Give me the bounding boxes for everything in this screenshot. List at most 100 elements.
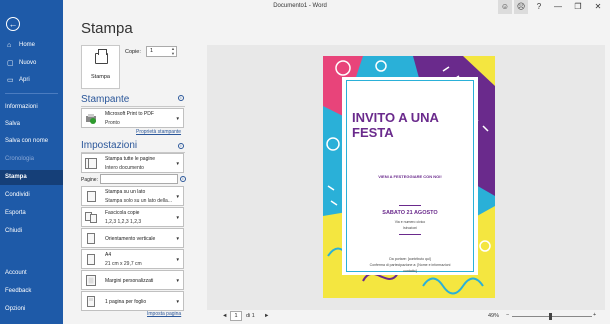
dropdown-arrow-icon: ▼ [175,161,180,166]
sidebar-item-label: Apri [19,77,30,83]
zoom-level: 49% [488,313,500,319]
sides-select[interactable]: Stampa su un lato Stampa solo su un lato… [81,186,184,206]
close-window-icon[interactable]: ✕ [590,0,606,14]
invitation-date: SABATO 21 AGOSTO [382,210,438,216]
info-icon[interactable]: i [178,143,184,149]
invitation-rsvp-cont: contatto] [403,269,417,273]
dropdown-arrow-icon: ▼ [175,299,180,304]
page-count-label: di 1 [246,313,255,319]
sidebar-item-open[interactable]: ▭ Apri [0,73,63,88]
help-icon[interactable]: ? [532,0,546,14]
sidebar-item-new[interactable]: ▢ Nuovo [0,56,63,71]
next-page-icon[interactable]: ► [264,313,269,319]
collation-line2: 1,2,3 1,2,3 1,2,3 [105,219,142,225]
info-icon[interactable]: i [180,176,186,182]
sidebar-item-export[interactable]: Esporta [0,206,63,221]
printer-properties-link[interactable]: Proprietà stampante [136,129,181,135]
collation-select[interactable]: Fascicola copie 1,2,3 1,2,3 1,2,3 ▼ [81,207,184,227]
smile-feedback-icon[interactable]: ☺ [498,0,512,14]
window-title: Documento1 - Word [273,3,327,9]
zoom-slider-thumb[interactable] [549,313,552,320]
print-button[interactable]: Stampa [81,45,120,89]
restore-icon[interactable]: ❐ [570,0,586,14]
pages-per-sheet-icon [87,296,95,307]
folder-icon: ▭ [7,77,14,84]
orientation-value: Orientamento verticale [105,236,156,242]
print-button-label: Stampa [91,74,110,80]
pages-label: Pagine: [81,177,98,183]
printer-select[interactable]: Microsoft Print to PDF Pronto ▼ [81,108,184,128]
print-what-line1: Stampa tutte le pagine [105,156,156,162]
home-icon: ⌂ [7,42,12,49]
copies-label: Copie: [125,49,141,55]
printer-icon [95,49,108,64]
page-number-input[interactable]: 1 [230,311,242,321]
spin-arrows-icon[interactable]: ▲ ▼ [171,46,175,56]
dropdown-arrow-icon: ▼ [175,215,180,220]
settings-section-title: Impostazioni [81,140,138,151]
invitation-rsvp: Conferma di partecipazione a: [Nome e in… [369,263,451,267]
paper-size-select[interactable]: A4 21 cm x 29,7 cm ▼ [81,249,184,269]
prev-page-icon[interactable]: ◄ [222,313,227,319]
collate-icon [85,212,97,223]
dropdown-arrow-icon: ▼ [175,278,180,283]
sidebar-item-home[interactable]: ⌂ Home [0,38,63,53]
invitation-bring: Da portare: [contributo qui] [389,257,431,261]
pages-icon [85,158,97,169]
print-what-select[interactable]: Stampa tutte le pagine Intero documento … [81,153,184,173]
sides-line2: Stampa solo su un lato della... [105,198,172,204]
sides-line1: Stampa su un lato [105,189,146,195]
collation-line1: Fascicola copie [105,210,140,216]
pages-input[interactable] [100,174,178,184]
zoom-in-icon[interactable]: + [593,312,596,318]
margins-select[interactable]: Margini personalizzati ▼ [81,270,184,290]
frown-feedback-icon[interactable]: ☹ [514,0,528,14]
document-preview-page: INVITO A UNA FESTA VIENI A FESTEGGIARE C… [323,56,495,298]
sidebar-item-label: Nuovo [19,60,37,66]
margins-value: Margini personalizzati [105,278,154,284]
pages-per-sheet-select[interactable]: 1 pagina per foglio ▼ [81,291,184,311]
dropdown-arrow-icon: ▼ [175,194,180,199]
sidebar-item-options[interactable]: Opzioni [0,302,63,317]
divider-line [399,234,421,235]
sidebar-item-feedback[interactable]: Feedback [0,284,63,299]
sidebar-item-label: Home [19,42,36,48]
invitation-subtitle: VIENI A FESTEGGIARE CON NOI! [378,174,442,179]
copies-value: 1 [150,48,154,54]
invitation-title: INVITO A UNA FESTA [352,110,439,140]
pages-per-sheet-value: 1 pagina per foglio [105,299,147,305]
dropdown-arrow-icon: ▼ [175,257,180,262]
dropdown-arrow-icon: ▼ [175,116,180,121]
printer-section-title: Stampante [81,94,130,105]
invitation-card: INVITO A UNA FESTA VIENI A FESTEGGIARE C… [342,77,478,275]
backstage-sidebar: ← ⌂ Home ▢ Nuovo ▭ Apri Informazioni Sal… [0,0,63,324]
orientation-select[interactable]: Orientamento verticale ▼ [81,228,184,248]
sidebar-item-print[interactable]: Stampa [0,170,63,185]
new-document-icon: ▢ [7,60,14,67]
sidebar-item-save[interactable]: Salva [0,117,63,132]
divider-line [399,205,421,206]
portrait-icon [87,233,95,244]
page-title: Stampa [81,20,133,37]
zoom-out-icon[interactable]: − [506,312,509,318]
sidebar-item-share[interactable]: Condividi [0,188,63,203]
copies-stepper[interactable]: 1 ▲ ▼ [146,46,177,57]
sidebar-item-history: Cronologia [5,156,35,162]
info-icon[interactable]: i [178,95,184,101]
dropdown-arrow-icon: ▼ [175,236,180,241]
sidebar-item-account[interactable]: Account [0,266,63,281]
pdf-printer-icon [86,114,96,124]
page-setup-link[interactable]: Imposta pagina [147,311,181,317]
sidebar-divider [5,93,58,94]
section-divider [81,106,185,107]
sidebar-item-save-as[interactable]: Salva con nome [0,134,63,149]
print-what-line2: Intero documento [105,165,144,171]
printer-status: Pronto [105,120,120,126]
paper-size-line2: 21 cm x 29,7 cm [105,261,142,267]
back-arrow-icon[interactable]: ← [6,17,20,31]
invitation-directions: Istruzioni [402,226,417,230]
sidebar-item-info[interactable]: Informazioni [0,100,63,115]
sidebar-item-close[interactable]: Chiudi [0,224,63,239]
zoom-slider[interactable] [512,316,592,317]
minimize-icon[interactable]: — [550,0,566,14]
